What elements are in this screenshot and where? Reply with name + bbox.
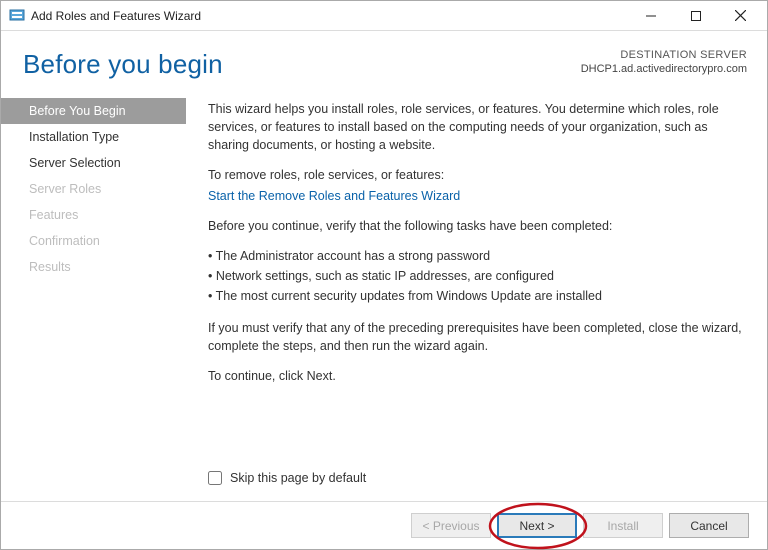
titlebar: Add Roles and Features Wizard bbox=[1, 1, 767, 31]
list-item: The Administrator account has a strong p… bbox=[208, 247, 745, 265]
sidebar-item-server-roles: Server Roles bbox=[1, 176, 186, 202]
sidebar-item-confirmation: Confirmation bbox=[1, 228, 186, 254]
sidebar-item-server-selection[interactable]: Server Selection bbox=[1, 150, 186, 176]
remove-roles-label: To remove roles, role services, or featu… bbox=[208, 166, 745, 184]
sidebar-item-results: Results bbox=[1, 254, 186, 280]
minimize-button[interactable] bbox=[628, 1, 673, 31]
list-item: Network settings, such as static IP addr… bbox=[208, 267, 745, 285]
wizard-window: Add Roles and Features Wizard Before you… bbox=[0, 0, 768, 550]
wizard-header: Before you begin DESTINATION SERVER DHCP… bbox=[1, 31, 767, 90]
close-note-text: If you must verify that any of the prece… bbox=[208, 319, 745, 355]
wizard-steps-sidebar: Before You Begin Installation Type Serve… bbox=[1, 90, 186, 501]
prerequisites-list: The Administrator account has a strong p… bbox=[208, 247, 745, 307]
skip-page-label: Skip this page by default bbox=[230, 469, 366, 487]
next-button[interactable]: Next > bbox=[497, 513, 577, 538]
list-item: The most current security updates from W… bbox=[208, 287, 745, 305]
skip-page-checkbox[interactable] bbox=[208, 471, 222, 485]
page-title: Before you begin bbox=[23, 49, 223, 80]
wizard-content: This wizard helps you install roles, rol… bbox=[186, 90, 767, 501]
destination-server-label: DESTINATION SERVER bbox=[581, 49, 747, 61]
destination-server-name: DHCP1.ad.activedirectorypro.com bbox=[581, 63, 747, 75]
start-remove-wizard-link[interactable]: Start the Remove Roles and Features Wiza… bbox=[208, 189, 460, 203]
destination-server-info: DESTINATION SERVER DHCP1.ad.activedirect… bbox=[581, 49, 747, 75]
wizard-footer: < Previous Next > Install Cancel bbox=[1, 501, 767, 549]
close-button[interactable] bbox=[718, 1, 763, 31]
window-title: Add Roles and Features Wizard bbox=[31, 9, 201, 23]
sidebar-item-installation-type[interactable]: Installation Type bbox=[1, 124, 186, 150]
maximize-button[interactable] bbox=[673, 1, 718, 31]
continue-note-text: To continue, click Next. bbox=[208, 367, 745, 385]
sidebar-item-features: Features bbox=[1, 202, 186, 228]
cancel-button[interactable]: Cancel bbox=[669, 513, 749, 538]
intro-text: This wizard helps you install roles, rol… bbox=[208, 100, 745, 154]
verify-intro-text: Before you continue, verify that the fol… bbox=[208, 217, 745, 235]
server-manager-icon bbox=[9, 8, 25, 24]
previous-button: < Previous bbox=[411, 513, 491, 538]
install-button: Install bbox=[583, 513, 663, 538]
sidebar-item-before-you-begin[interactable]: Before You Begin bbox=[1, 98, 186, 124]
